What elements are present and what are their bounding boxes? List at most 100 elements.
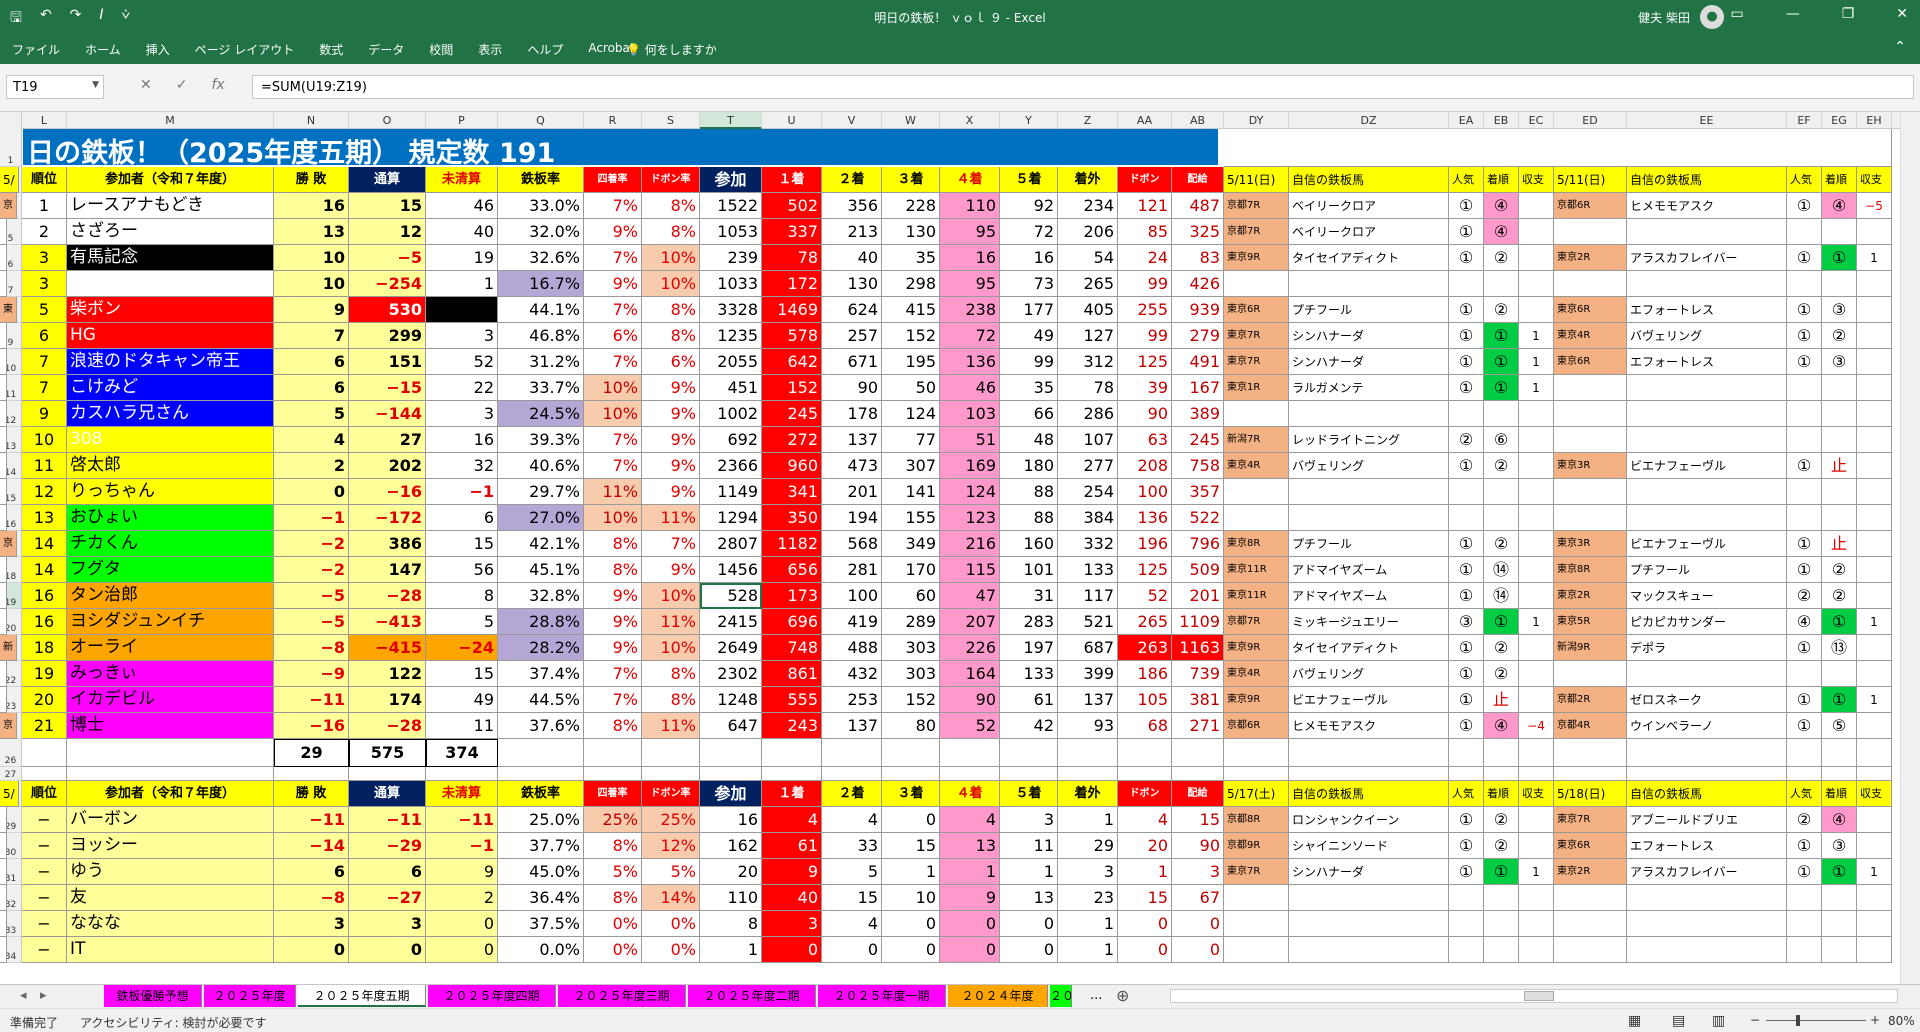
side-cell[interactable] — [1224, 937, 1289, 963]
ribbon-tab[interactable]: 数式 — [319, 41, 343, 58]
side-cell[interactable] — [1519, 807, 1554, 833]
scroll-thumb[interactable] — [1524, 991, 1554, 1001]
cell[interactable]: 8% — [642, 297, 700, 323]
side-column-label[interactable]: 収支 — [1857, 167, 1892, 193]
side-cell[interactable] — [1857, 453, 1892, 479]
blank-cell[interactable] — [1449, 739, 1484, 767]
cell[interactable]: 2 — [22, 219, 67, 245]
side-cell[interactable] — [1627, 661, 1787, 687]
column-label[interactable]: ドボン率 — [642, 167, 700, 193]
cell[interactable]: 99 — [1118, 271, 1172, 297]
participant-name[interactable]: おひょい — [67, 505, 274, 531]
side-cell[interactable] — [1449, 505, 1484, 531]
side-cell[interactable]: レッドライトニング — [1289, 427, 1449, 453]
side-cell[interactable]: ① — [1449, 661, 1484, 687]
column-header[interactable]: P — [426, 112, 498, 129]
cell[interactable]: 0 — [1118, 937, 1172, 963]
cell[interactable]: 14 — [22, 557, 67, 583]
side-cell[interactable] — [1519, 531, 1554, 557]
side-cell[interactable]: ① — [1449, 193, 1484, 219]
ribbon-tab[interactable]: データ — [368, 41, 404, 58]
side-cell[interactable]: 東京8R — [1224, 531, 1289, 557]
side-cell[interactable] — [1857, 531, 1892, 557]
cell[interactable]: 960 — [762, 453, 822, 479]
cell[interactable]: 33 — [822, 833, 882, 859]
cell[interactable]: 130 — [882, 219, 940, 245]
cell[interactable]: 13 — [22, 505, 67, 531]
cell[interactable]: 1456 — [700, 557, 762, 583]
cell[interactable]: − — [22, 859, 67, 885]
cell[interactable]: 1 — [1000, 859, 1058, 885]
blank-cell[interactable] — [1449, 767, 1484, 781]
cell[interactable]: 72 — [940, 323, 1000, 349]
cell[interactable]: 50 — [882, 375, 940, 401]
more-sheets-icon[interactable]: ... — [1090, 988, 1102, 1003]
cell[interactable]: 243 — [762, 713, 822, 739]
side-cell[interactable]: アドマイヤズーム — [1289, 583, 1449, 609]
cell[interactable]: 4 — [822, 911, 882, 937]
blank-cell[interactable] — [762, 739, 822, 767]
side-cell[interactable]: ロンシャンクイーン — [1289, 807, 1449, 833]
blank-cell[interactable] — [762, 767, 822, 781]
side-cell[interactable]: 京都6R — [1224, 713, 1289, 739]
side-cell[interactable] — [1857, 271, 1892, 297]
side-cell[interactable]: ① — [1449, 635, 1484, 661]
blank-cell[interactable] — [700, 767, 762, 781]
cell[interactable]: 213 — [822, 219, 882, 245]
cell[interactable]: 10 — [274, 245, 349, 271]
cell[interactable]: 61 — [762, 833, 822, 859]
cell[interactable]: 0 — [1172, 937, 1224, 963]
cell[interactable]: 7% — [584, 193, 642, 219]
cell[interactable]: 32.8% — [498, 583, 584, 609]
cell[interactable]: 1109 — [1172, 609, 1224, 635]
column-header[interactable]: EA — [1449, 112, 1484, 129]
cell[interactable]: 20 — [22, 687, 67, 713]
side-cell[interactable] — [1857, 427, 1892, 453]
side-cell[interactable] — [1289, 911, 1449, 937]
column-header[interactable]: EH — [1857, 112, 1892, 129]
cell[interactable]: 11 — [1000, 833, 1058, 859]
blank-cell[interactable] — [498, 739, 584, 767]
column-label[interactable]: 参加 — [700, 781, 762, 807]
blank-cell[interactable] — [1118, 739, 1172, 767]
cell[interactable]: 110 — [700, 885, 762, 911]
column-label[interactable]: ２着 — [822, 167, 882, 193]
cancel-icon[interactable]: ✕ — [140, 77, 152, 93]
side-cell[interactable] — [1554, 375, 1627, 401]
cell[interactable]: 80 — [882, 713, 940, 739]
cell[interactable]: 136 — [1118, 505, 1172, 531]
blank-cell[interactable] — [822, 739, 882, 767]
cell[interactable]: 10% — [584, 505, 642, 531]
side-cell[interactable]: ② — [1787, 583, 1822, 609]
ribbon-display-icon[interactable]: ▭ — [1730, 6, 1743, 22]
cell[interactable]: 419 — [822, 609, 882, 635]
side-cell[interactable] — [0, 661, 7, 687]
cell[interactable]: 239 — [700, 245, 762, 271]
cell[interactable]: 45.1% — [498, 557, 584, 583]
side-cell[interactable] — [1822, 661, 1857, 687]
side-cell[interactable] — [1822, 937, 1857, 963]
side-cell[interactable] — [1787, 219, 1822, 245]
side-column-label[interactable]: 着順 — [1822, 167, 1857, 193]
cell[interactable]: 6 — [274, 349, 349, 375]
cell[interactable]: 0.0% — [498, 937, 584, 963]
cell[interactable]: −16 — [349, 479, 426, 505]
participant-name[interactable]: 308 — [67, 427, 274, 453]
side-cell[interactable]: 東京7R — [1224, 859, 1289, 885]
cell[interactable]: −28 — [349, 713, 426, 739]
side-cell[interactable] — [1519, 245, 1554, 271]
blank-cell[interactable] — [1000, 739, 1058, 767]
side-cell[interactable] — [1822, 911, 1857, 937]
side-cell[interactable] — [1484, 937, 1519, 963]
cell[interactable]: 16 — [426, 427, 498, 453]
cell[interactable]: 117 — [1058, 583, 1118, 609]
cell[interactable]: 37.5% — [498, 911, 584, 937]
ribbon-tab[interactable]: 表示 — [478, 41, 502, 58]
participant-name[interactable]: レースアナもどき — [67, 193, 274, 219]
column-header[interactable]: T — [700, 112, 762, 129]
column-header[interactable]: EC — [1519, 112, 1554, 129]
column-label[interactable]: ３着 — [882, 781, 940, 807]
blank-cell[interactable] — [1224, 129, 1892, 167]
side-cell[interactable]: −4 — [1519, 713, 1554, 739]
cell[interactable]: 77 — [882, 427, 940, 453]
